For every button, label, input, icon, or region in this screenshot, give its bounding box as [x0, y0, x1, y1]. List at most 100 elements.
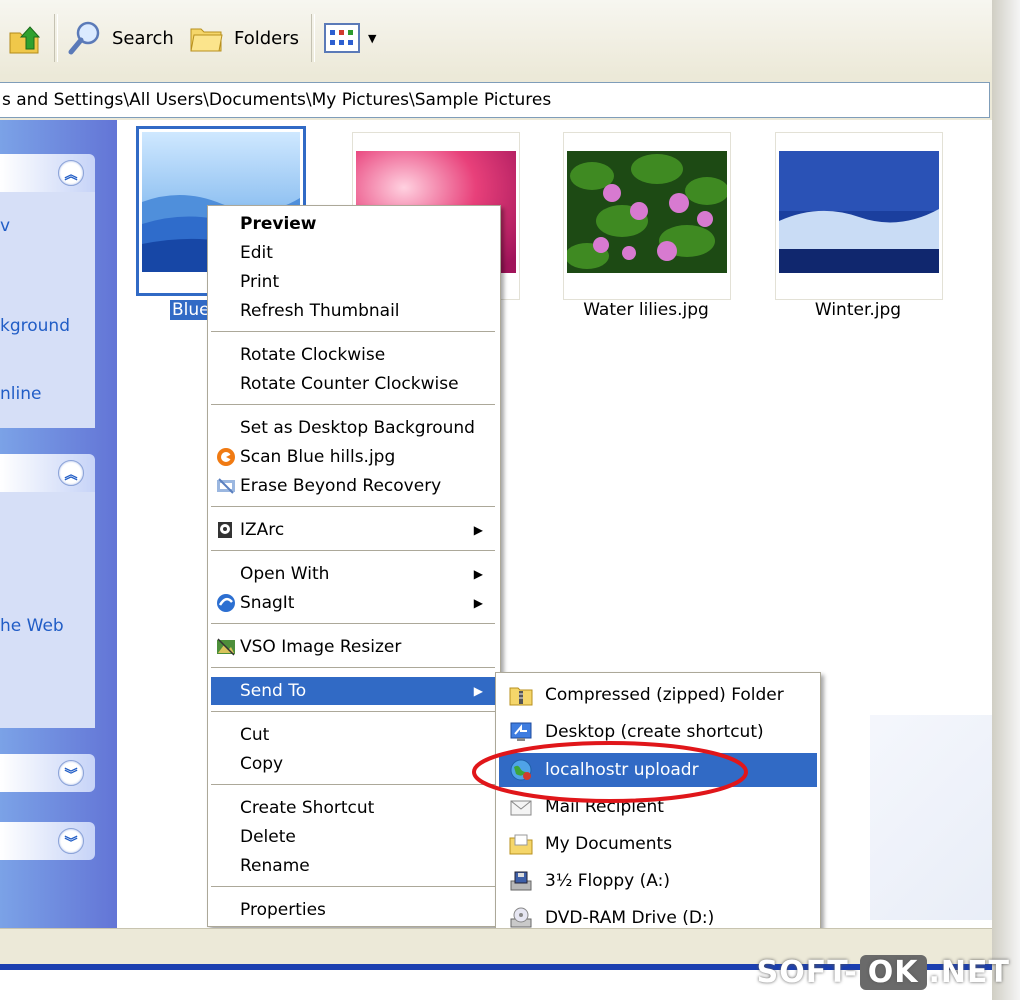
- send-to-floppy[interactable]: 3½ Floppy (A:): [499, 864, 817, 898]
- task-link[interactable]: nline: [0, 384, 41, 404]
- menu-item-properties[interactable]: Properties: [211, 896, 495, 924]
- menu-item-rename[interactable]: Rename: [211, 852, 495, 880]
- collapse-chevron-icon[interactable]: ︽: [58, 160, 84, 186]
- water-lilies-image: [567, 151, 727, 273]
- task-pane-section: he Web: [0, 492, 95, 728]
- menu-item-rotate-clockwise[interactable]: Rotate Clockwise: [211, 341, 495, 369]
- menu-item-label: Copy: [240, 754, 284, 774]
- task-pane: ︽ v kground nline ︽ he Web ︾ ︾: [0, 120, 117, 928]
- menu-separator: [211, 550, 495, 551]
- menu-item-izarc[interactable]: IZArc ▶: [211, 516, 495, 544]
- menu-item-snagit[interactable]: SnagIt ▶: [211, 589, 495, 617]
- menu-item-cut[interactable]: Cut: [211, 721, 495, 749]
- menu-item-print[interactable]: Print: [211, 268, 495, 296]
- folders-icon: [190, 28, 223, 52]
- submenu-arrow-icon: ▶: [473, 523, 483, 537]
- window-shadow: [992, 0, 1020, 1000]
- menu-separator: [211, 331, 495, 332]
- my-documents-icon: [509, 834, 533, 855]
- views-icon: [324, 23, 360, 53]
- dvd-icon: [510, 907, 532, 928]
- chevron-down-icon: ▼: [368, 31, 377, 45]
- submenu-arrow-icon: ▶: [473, 596, 483, 610]
- menu-item-label: Edit: [240, 243, 273, 263]
- submenu-arrow-icon: ▶: [473, 567, 483, 581]
- expand-chevron-icon[interactable]: ︾: [58, 828, 84, 854]
- menu-item-refresh-thumbnail[interactable]: Refresh Thumbnail: [211, 297, 495, 325]
- address-path: s and Settings\All Users\Documents\My Pi…: [2, 90, 552, 110]
- search-button[interactable]: Search: [66, 18, 174, 58]
- menu-item-erase-beyond-recovery[interactable]: Erase Beyond Recovery: [211, 472, 495, 500]
- watermark-text: SOFT-: [756, 955, 858, 990]
- menu-separator: [211, 711, 495, 712]
- thumbnail-label[interactable]: Water lilies.jpg: [556, 300, 736, 320]
- erase-icon: [217, 478, 235, 494]
- menu-item-rotate-counter-clockwise[interactable]: Rotate Counter Clockwise: [211, 370, 495, 398]
- toolbar-separator: [311, 14, 315, 62]
- menu-item-copy[interactable]: Copy: [211, 750, 495, 778]
- menu-item-label: Properties: [240, 900, 326, 920]
- menu-item-label: Rotate Counter Clockwise: [240, 374, 459, 394]
- thumbnail-label-selected[interactable]: Blue: [170, 300, 212, 320]
- thumbnail-winter[interactable]: [775, 132, 943, 300]
- menu-item-label: Delete: [240, 827, 296, 847]
- submenu-item-label: 3½ Floppy (A:): [545, 871, 670, 891]
- task-pane-header[interactable]: ︽: [0, 154, 95, 192]
- file-name: Blue: [170, 300, 212, 320]
- watermark-text: OK: [859, 955, 927, 990]
- menu-item-delete[interactable]: Delete: [211, 823, 495, 851]
- thumbnail-water-lilies[interactable]: [563, 132, 731, 300]
- address-field[interactable]: s and Settings\All Users\Documents\My Pi…: [0, 82, 990, 118]
- menu-item-label: Erase Beyond Recovery: [240, 476, 442, 496]
- context-menu: Preview Edit Print Refresh Thumbnail Rot…: [207, 205, 501, 927]
- menu-item-create-shortcut[interactable]: Create Shortcut: [211, 794, 495, 822]
- scan-icon: [217, 448, 235, 466]
- task-link[interactable]: he Web: [0, 616, 64, 636]
- vso-icon: [217, 638, 235, 656]
- menu-item-label: Scan Blue hills.jpg: [240, 447, 396, 467]
- folders-button[interactable]: Folders: [188, 18, 299, 58]
- menu-separator: [211, 667, 495, 668]
- thumbnail-label[interactable]: Winter.jpg: [768, 300, 948, 320]
- task-pane-header[interactable]: ︾: [0, 754, 95, 792]
- menu-item-label: Set as Desktop Background: [240, 418, 475, 438]
- menu-item-scan[interactable]: Scan Blue hills.jpg: [211, 443, 495, 471]
- submenu-arrow-icon: ▶: [473, 684, 483, 698]
- folders-label: Folders: [234, 27, 300, 49]
- task-pane-header[interactable]: ︾: [0, 822, 95, 860]
- menu-item-label: Cut: [240, 725, 270, 745]
- menu-separator: [211, 404, 495, 405]
- task-link[interactable]: v: [0, 216, 10, 236]
- expand-chevron-icon[interactable]: ︾: [58, 760, 84, 786]
- menu-item-set-desktop-background[interactable]: Set as Desktop Background: [211, 414, 495, 442]
- menu-item-label: IZArc: [240, 520, 285, 540]
- submenu-item-label: Compressed (zipped) Folder: [545, 685, 784, 705]
- send-to-my-documents[interactable]: My Documents: [499, 827, 817, 861]
- menu-item-label: Create Shortcut: [240, 798, 375, 818]
- floppy-icon: [510, 871, 532, 891]
- menu-separator: [211, 886, 495, 887]
- menu-item-label: Print: [240, 272, 280, 292]
- background-decoration: [870, 715, 992, 920]
- menu-item-send-to[interactable]: Send To ▶: [211, 677, 495, 705]
- search-icon: [68, 21, 100, 55]
- task-pane-header[interactable]: ︽: [0, 454, 95, 492]
- menu-item-open-with[interactable]: Open With ▶: [211, 560, 495, 588]
- views-button[interactable]: ▼: [324, 18, 376, 58]
- search-label: Search: [112, 27, 174, 49]
- menu-separator: [211, 506, 495, 507]
- menu-item-label: Open With: [240, 564, 330, 584]
- menu-item-vso-image-resizer[interactable]: VSO Image Resizer: [211, 633, 495, 661]
- annotation-circle: [472, 741, 748, 803]
- send-to-compressed-folder[interactable]: Compressed (zipped) Folder: [499, 678, 817, 712]
- menu-item-edit[interactable]: Edit: [211, 239, 495, 267]
- menu-item-label: Rotate Clockwise: [240, 345, 386, 365]
- menu-separator: [211, 784, 495, 785]
- task-link[interactable]: kground: [0, 316, 70, 336]
- task-pane-section: v kground nline: [0, 192, 95, 428]
- watermark: SOFT- OK .NET: [757, 955, 1010, 990]
- up-folder-button[interactable]: [6, 18, 44, 58]
- zip-folder-icon: [509, 687, 533, 706]
- collapse-chevron-icon[interactable]: ︽: [58, 460, 84, 486]
- menu-item-preview[interactable]: Preview: [211, 210, 495, 238]
